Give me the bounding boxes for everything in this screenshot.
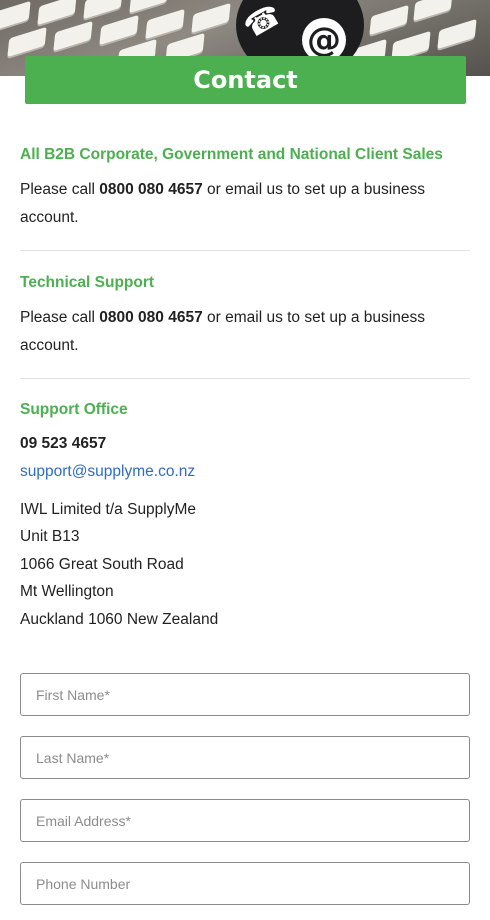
keyboard-key (83, 0, 123, 20)
keyboard-key (99, 14, 139, 46)
support-email-link[interactable]: support@supplyme.co.nz (20, 463, 195, 481)
keyboard-key (129, 0, 169, 14)
address-line: Auckland 1060 New Zealand (20, 611, 219, 628)
section-heading-technical-support: Technical Support (20, 274, 155, 291)
keyboard-key (191, 2, 231, 34)
keyboard-key (437, 18, 477, 50)
address-line: 1066 Great South Road (20, 556, 184, 573)
keyboard-key (369, 4, 409, 36)
address-line: IWL Limited t/a SupplyMe (20, 501, 197, 518)
phone-number[interactable]: 0800 080 4657 (99, 309, 202, 326)
section-text-technical-support: Please call 0800 080 4657 or email us to… (20, 309, 425, 354)
divider (20, 378, 470, 379)
address-line: Unit B13 (20, 528, 80, 545)
phone-number[interactable]: 0800 080 4657 (99, 181, 202, 198)
keyboard-key (145, 8, 185, 40)
section-heading-b2b-sales: All B2B Corporate, Government and Nation… (20, 146, 443, 163)
keyboard-key (413, 0, 453, 22)
email-field[interactable] (20, 799, 470, 842)
divider (20, 250, 470, 251)
support-phone-number[interactable]: 09 523 4657 (20, 435, 106, 453)
keyboard-key (7, 26, 47, 58)
phone-number-field[interactable] (20, 862, 470, 905)
keyboard-key (53, 20, 93, 52)
last-name-field[interactable] (20, 736, 470, 779)
keyboard-key (37, 0, 77, 26)
first-name-field[interactable] (20, 673, 470, 716)
section-heading-support-office: Support Office (20, 401, 128, 418)
keyboard-key (0, 0, 31, 32)
address-line: Mt Wellington (20, 583, 114, 600)
section-text-b2b-sales: Please call 0800 080 4657 or email us to… (20, 181, 425, 226)
page-title: Contact (25, 56, 466, 104)
